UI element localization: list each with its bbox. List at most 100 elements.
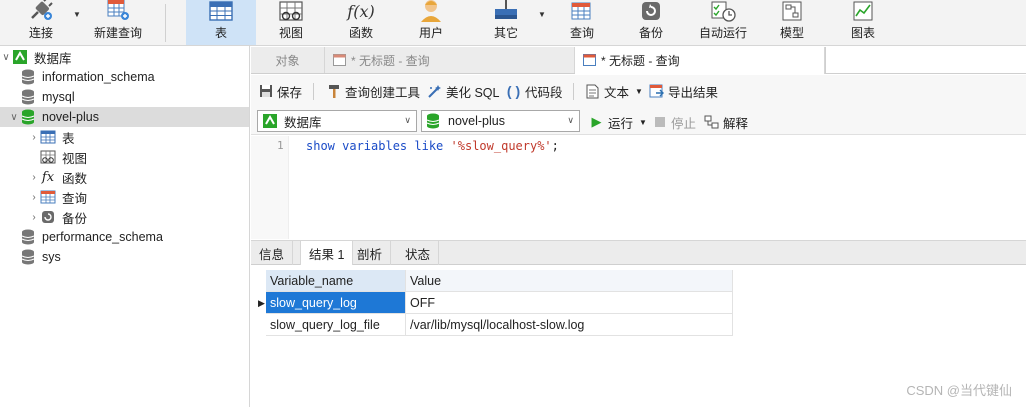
export-results-button[interactable]: 导出结果 (649, 82, 718, 100)
tab-label: 结果 1 (309, 248, 345, 262)
grid-cell[interactable]: /var/lib/mysql/localhost-slow.log (406, 314, 733, 336)
view-icon (40, 149, 56, 165)
tree-node-views[interactable]: 视图 (0, 147, 249, 167)
database-select[interactable]: novel-plus ∨ (421, 110, 580, 132)
tab-label: 剖析 (357, 247, 383, 262)
connect-label: 连接 (28, 26, 53, 40)
table-row[interactable]: slow_query_log_file /var/lib/mysql/local… (257, 314, 733, 336)
user-button[interactable]: 用户 (402, 0, 460, 45)
tree-db-mysql[interactable]: mysql (0, 87, 249, 107)
result-tabs: 信息 结果 1 剖析 状态 (251, 240, 1026, 266)
tree-node-queries[interactable]: › 查询 (0, 187, 249, 207)
table-button[interactable]: 表 (186, 0, 256, 45)
tab-status[interactable]: 状态 (397, 241, 440, 265)
sql-editor[interactable]: 1 show variables like '%slow_query%'; (251, 136, 1026, 239)
run-button[interactable]: ▶ 运行 ▼ (589, 113, 647, 131)
code-snippet-label: 代码段 (525, 85, 563, 100)
code-snippet-button[interactable]: ( ) 代码段 (506, 82, 563, 100)
table-row[interactable]: ▶ slow_query_log OFF (257, 292, 733, 314)
connect-dropdown-icon[interactable]: ▼ (73, 10, 81, 19)
query-icon (583, 54, 597, 67)
database-icon (20, 69, 36, 85)
view-button[interactable]: 视图 (262, 0, 320, 45)
save-label: 保存 (277, 85, 303, 100)
user-icon (418, 0, 444, 22)
function-button[interactable]: f(x) 函数 (332, 0, 390, 45)
tree-db-performance-schema[interactable]: performance_schema (0, 227, 249, 247)
sql-code-line[interactable]: show variables like '%slow_query%'; (306, 139, 559, 153)
connection-tree: ∨ 数据库 information_schema mysql ∨ novel-p… (0, 46, 250, 407)
auto-run-button[interactable]: 自动运行 (690, 0, 756, 45)
column-header[interactable]: Variable_name (266, 270, 406, 292)
query-icon (333, 53, 347, 67)
sql-terminator: ; (551, 139, 559, 153)
function-label: 函数 (348, 26, 373, 40)
tree-db-sys[interactable]: sys (0, 247, 249, 267)
tab-label: 状态 (405, 247, 431, 262)
user-label: 用户 (418, 26, 443, 40)
expand-icon[interactable]: › (28, 192, 40, 203)
connect-button[interactable]: 连接 (14, 0, 68, 45)
chevron-down-icon[interactable]: ▼ (639, 118, 647, 127)
text-mode-button[interactable]: 文本 ▼ (585, 82, 643, 100)
query-builder-button[interactable]: 查询创建工具 (326, 82, 420, 100)
collapse-icon[interactable]: ∨ (0, 52, 12, 63)
tab-search-field[interactable] (825, 47, 1026, 74)
tree-db-information-schema[interactable]: information_schema (0, 67, 249, 87)
save-icon (258, 84, 273, 99)
tree-item-label: 函数 (62, 171, 88, 186)
watermark: CSDN @当代键仙 (906, 383, 1012, 398)
tab-profile[interactable]: 剖析 (349, 241, 392, 265)
backup-icon (638, 0, 664, 22)
tab-label: * 无标题 - 查询 (351, 53, 430, 68)
export-icon (649, 84, 664, 99)
stop-button[interactable]: 停止 (652, 113, 696, 131)
tab-untitled-query-2[interactable]: * 无标题 - 查询 (575, 47, 825, 74)
row-indicator (257, 270, 266, 292)
expand-icon[interactable]: › (28, 212, 40, 223)
tab-result-1[interactable]: 结果 1 (300, 241, 354, 266)
tree-item-label: 视图 (62, 151, 88, 166)
tab-objects[interactable]: 对象 (251, 47, 325, 73)
new-query-icon (105, 0, 131, 22)
toolbar-divider (313, 83, 314, 100)
other-label: 其它 (493, 26, 518, 40)
tree-db-novel-plus[interactable]: ∨ novel-plus (0, 107, 249, 127)
database-icon (20, 249, 36, 265)
other-dropdown-icon[interactable]: ▼ (538, 10, 546, 19)
query-icon (569, 0, 595, 22)
tree-node-tables[interactable]: › 表 (0, 127, 249, 147)
collapse-icon[interactable]: ∨ (8, 112, 20, 123)
explain-button[interactable]: 解释 (704, 113, 748, 131)
grid-cell[interactable]: OFF (406, 292, 733, 314)
query-toolbar: 保存 查询创建工具 美化 SQL ( ) 代码段 文本 ▼ 导出结果 (251, 75, 1026, 107)
model-icon (779, 0, 805, 22)
tab-untitled-query-1[interactable]: * 无标题 - 查询 (325, 47, 575, 73)
query-button[interactable]: 查询 (552, 0, 612, 45)
save-button[interactable]: 保存 (258, 82, 302, 100)
tree-node-functions[interactable]: › fx 函数 (0, 167, 249, 187)
expand-icon[interactable]: › (28, 172, 40, 183)
explain-icon (704, 115, 719, 130)
grid-cell[interactable]: slow_query_log (266, 292, 406, 314)
tree-node-backups[interactable]: › 备份 (0, 207, 249, 227)
tab-info[interactable]: 信息 (251, 241, 294, 265)
chevron-down-icon[interactable]: ▼ (635, 87, 643, 96)
backup-button[interactable]: 备份 (622, 0, 680, 45)
other-button[interactable]: 其它 (476, 0, 536, 45)
query-label: 查询 (569, 26, 594, 40)
column-header[interactable]: Value (406, 270, 733, 292)
tree-item-label: 备份 (62, 211, 88, 226)
model-button[interactable]: 模型 (764, 0, 820, 45)
beautify-sql-button[interactable]: 美化 SQL (427, 82, 500, 100)
expand-icon[interactable]: › (28, 132, 40, 143)
grid-cell[interactable]: slow_query_log_file (266, 314, 406, 336)
function-icon: fx (41, 169, 55, 185)
tree-connection-root[interactable]: ∨ 数据库 (0, 47, 249, 67)
chart-label: 图表 (850, 26, 875, 40)
tree-item-label: sys (42, 250, 61, 264)
chart-button[interactable]: 图表 (834, 0, 892, 45)
connection-select[interactable]: 数据库 ∨ (257, 110, 417, 132)
tree-item-label: performance_schema (42, 230, 163, 244)
new-query-button[interactable]: 新建查询 (88, 0, 148, 45)
